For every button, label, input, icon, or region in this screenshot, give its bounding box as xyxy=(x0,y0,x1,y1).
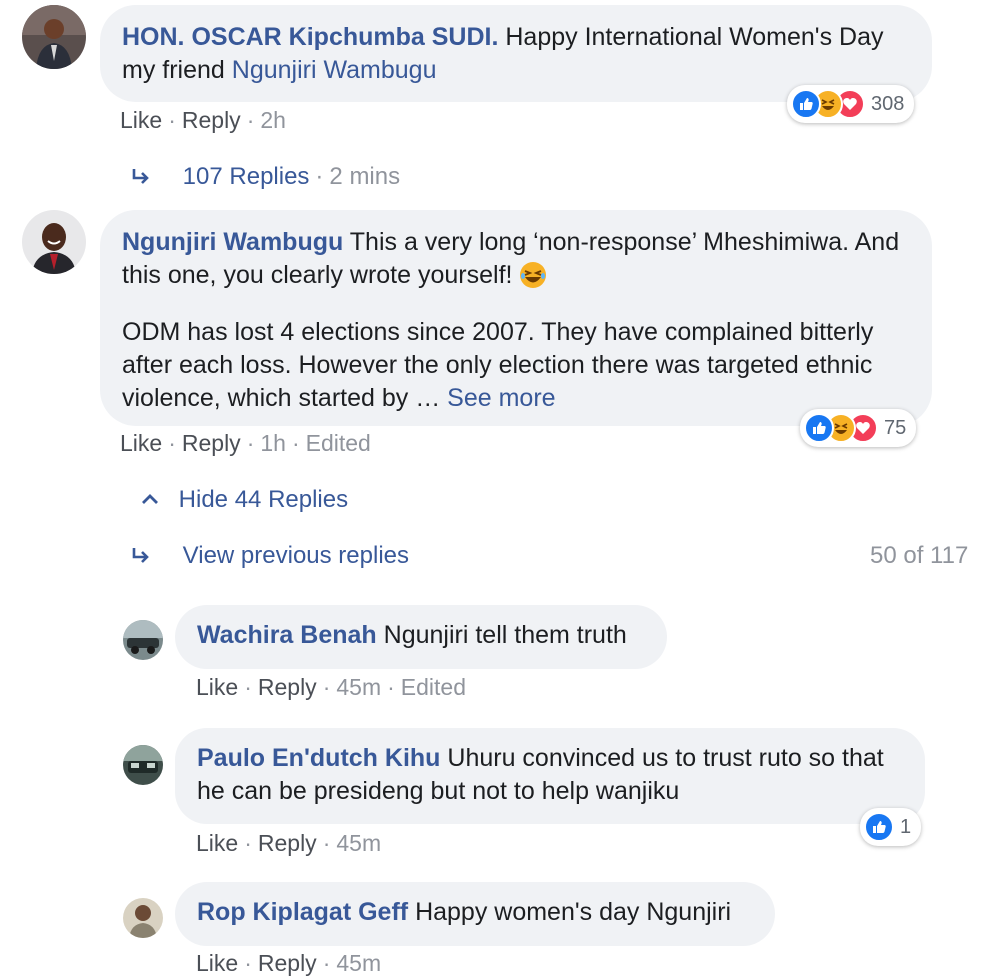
like-link[interactable]: Like xyxy=(120,107,162,133)
reaction-summary[interactable]: 75 xyxy=(800,409,917,447)
timestamp[interactable]: 45m xyxy=(336,830,381,856)
reply-actions: Like · Reply · 45m · Edited xyxy=(196,674,466,700)
reaction-count: 75 xyxy=(884,416,907,439)
reply-link[interactable]: Reply xyxy=(258,674,317,700)
reply-bubble: Wachira Benah Ngunjiri tell them truth xyxy=(175,605,667,669)
comment-bubble: Ngunjiri Wambugu This a very long ‘non-r… xyxy=(100,210,932,426)
reply-text: Happy women's day Ngunjiri xyxy=(415,898,732,926)
reply-bubble: Rop Kiplagat Geff Happy women's day Ngun… xyxy=(175,882,775,946)
reply-author[interactable]: Wachira Benah xyxy=(197,621,377,649)
reaction-summary[interactable]: 308 xyxy=(787,85,915,123)
reply-author[interactable]: Rop Kiplagat Geff xyxy=(197,898,408,926)
laughing-emoji-icon xyxy=(519,261,547,298)
like-icon xyxy=(804,413,834,443)
comment-author[interactable]: Ngunjiri Wambugu xyxy=(122,228,343,256)
reply-actions: Like · Reply · 45m xyxy=(196,830,382,856)
reply-author[interactable]: Paulo En'dutch Kihu xyxy=(197,744,440,772)
reply-bubble: Paulo En'dutch Kihu Uhuru convinced us t… xyxy=(175,728,925,824)
comment-actions: Like · Reply · 1h · Edited xyxy=(120,430,371,456)
avatar[interactable] xyxy=(123,620,163,660)
like-link[interactable]: Like xyxy=(196,830,238,856)
view-previous-replies[interactable]: View previous replies xyxy=(130,542,409,574)
view-replies[interactable]: 107 Replies · 2 mins xyxy=(130,163,400,195)
like-link[interactable]: Like xyxy=(196,674,238,700)
reply-actions: Like · Reply · 45m xyxy=(196,950,382,976)
reply-link[interactable]: Reply xyxy=(258,950,317,976)
view-previous-link[interactable]: View previous replies xyxy=(183,542,409,569)
reply-link[interactable]: Reply xyxy=(182,107,241,133)
avatar[interactable] xyxy=(22,5,86,69)
hide-replies[interactable]: Hide 44 Replies xyxy=(140,486,348,516)
like-link[interactable]: Like xyxy=(120,430,162,456)
reaction-count: 308 xyxy=(871,92,905,115)
reply-arrow-icon xyxy=(130,545,158,574)
reply-text: Ngunjiri tell them truth xyxy=(383,621,627,649)
timestamp[interactable]: 1h xyxy=(260,430,286,456)
reply-arrow-icon xyxy=(130,166,158,195)
avatar[interactable] xyxy=(123,745,163,785)
reply-link[interactable]: Reply xyxy=(258,830,317,856)
see-more-link[interactable]: See more xyxy=(447,384,555,412)
pagination-count: 50 of 117 xyxy=(870,542,969,569)
mention-link[interactable]: Ngunjiri Wambugu xyxy=(232,56,437,84)
timestamp[interactable]: 45m xyxy=(336,950,381,976)
avatar[interactable] xyxy=(123,898,163,938)
timestamp[interactable]: 45m xyxy=(336,674,381,700)
replies-time: 2 mins xyxy=(329,163,401,190)
replies-count-link[interactable]: 107 Replies xyxy=(183,163,310,190)
edited-label[interactable]: Edited xyxy=(306,430,371,456)
like-link[interactable]: Like xyxy=(196,950,238,976)
avatar[interactable] xyxy=(22,210,86,274)
chevron-up-icon xyxy=(140,488,164,516)
reaction-summary[interactable]: 1 xyxy=(860,808,922,846)
like-icon xyxy=(864,812,894,842)
edited-label[interactable]: Edited xyxy=(401,674,466,700)
comment-actions: Like · Reply · 2h xyxy=(120,107,286,133)
reply-link[interactable]: Reply xyxy=(182,430,241,456)
hide-replies-link[interactable]: Hide 44 Replies xyxy=(179,486,348,513)
reaction-count: 1 xyxy=(900,815,912,838)
like-icon xyxy=(791,89,821,119)
timestamp[interactable]: 2h xyxy=(260,107,286,133)
comment-author[interactable]: HON. OSCAR Kipchumba SUDI. xyxy=(122,23,498,51)
